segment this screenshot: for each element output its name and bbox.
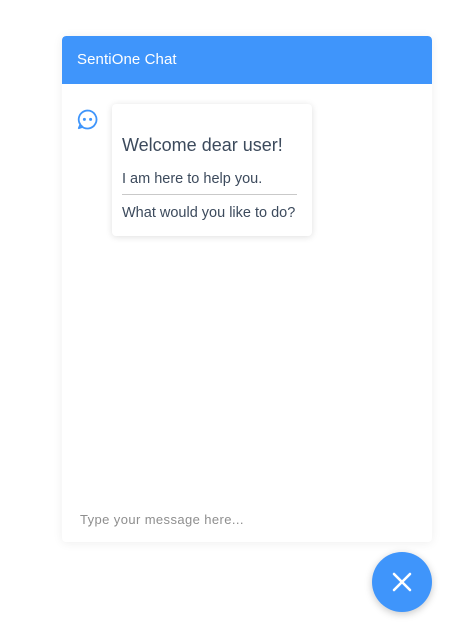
chat-window: SentiOne Chat Welcome dear user! I am he… [62,36,432,542]
message-line: I am here to help you. [122,171,263,187]
chat-title: SentiOne Chat [77,51,177,68]
message-question: What would you like to do? [122,205,296,221]
message-title: Welcome dear user! [122,135,283,155]
message-divider [122,194,297,195]
close-icon [392,572,412,592]
message-input[interactable] [80,508,410,530]
close-chat-button[interactable] [372,552,432,612]
chat-header: SentiOne Chat [62,36,432,84]
page: SentiOne Chat Welcome dear user! I am he… [0,0,451,629]
bot-message-card: Welcome dear user! I am here to help you… [112,104,312,236]
chat-bubble-icon [77,109,98,130]
